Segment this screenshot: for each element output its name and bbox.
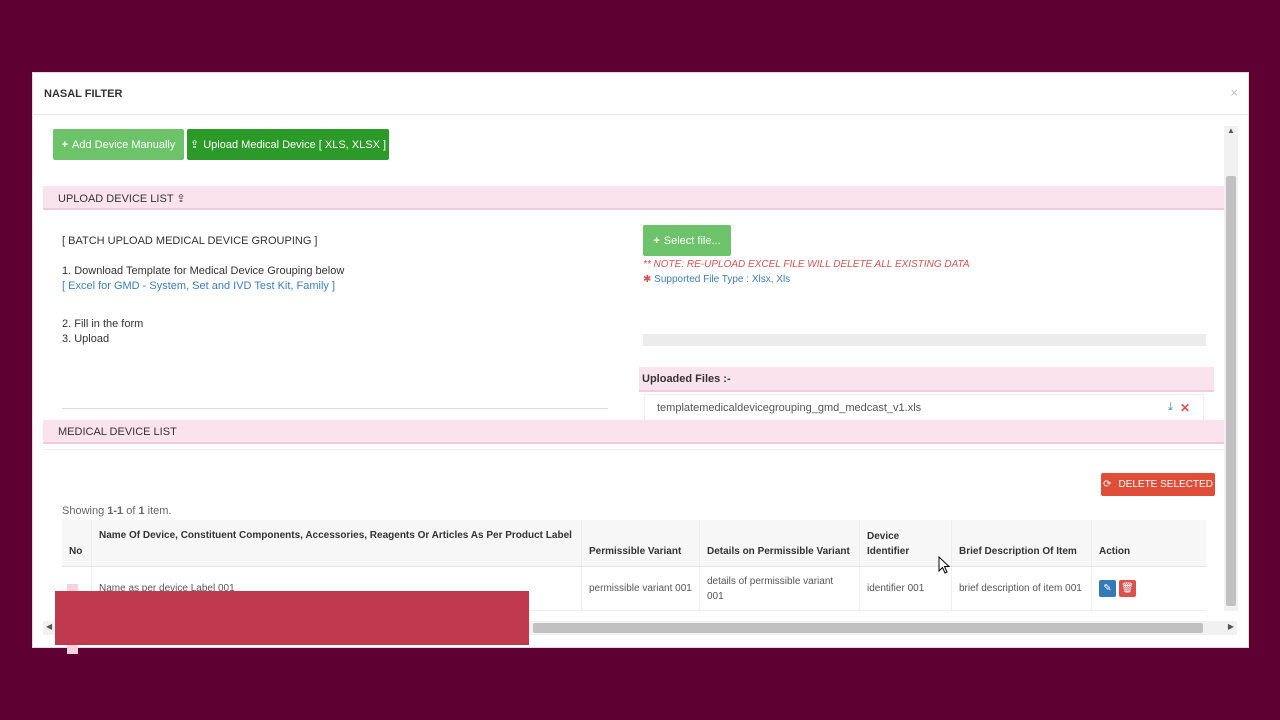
close-icon[interactable]: ×: [1230, 85, 1238, 100]
vertical-scrollbar[interactable]: ▲: [1224, 126, 1238, 611]
upload-progress-bar: [643, 334, 1206, 346]
redaction-block: [55, 591, 529, 645]
add-device-manually-button[interactable]: + Add Device Manually: [53, 129, 184, 160]
uploaded-file-row: templatemedicaldevicegrouping_gmd_medcas…: [644, 394, 1204, 422]
table-header: No Name Of Device, Constituent Component…: [62, 520, 1206, 567]
upload-icon: ⇪: [189, 139, 200, 151]
batch-upload-title: [ BATCH UPLOAD MEDICAL DEVICE GROUPING ]: [62, 235, 318, 247]
row-actions: ✎ 🗑: [1092, 567, 1206, 610]
step-1-text: 1. Download Template for Medical Device …: [62, 265, 345, 277]
divider-line: [62, 408, 608, 409]
medical-device-list-title: MEDICAL DEVICE LIST: [58, 426, 177, 438]
row-brief: brief description of item 001: [952, 567, 1092, 610]
device-modal: NASAL FILTER × + Add Device Manually ⇪ U…: [32, 72, 1249, 648]
row-variant: permissible variant 001: [582, 567, 700, 610]
refresh-icon: ⟳: [1103, 479, 1112, 490]
download-icon[interactable]: ⤓: [1168, 401, 1173, 414]
column-header-variant[interactable]: Permissible Variant: [582, 520, 700, 566]
horizontal-scroll-thumb[interactable]: [533, 623, 1203, 633]
vertical-scroll-thumb[interactable]: [1226, 176, 1236, 606]
modal-body: + Add Device Manually ⇪ Upload Medical D…: [33, 116, 1248, 647]
mouse-cursor-icon: [938, 556, 950, 574]
scroll-up-icon[interactable]: ▲: [1227, 126, 1235, 135]
step-3-text: 3. Upload: [62, 333, 110, 345]
edit-icon[interactable]: ✎: [1099, 580, 1116, 597]
plus-icon: +: [61, 138, 69, 151]
uploaded-files-header: Uploaded Files :-: [639, 367, 1214, 392]
column-header-action: Action: [1099, 546, 1131, 557]
template-download-link[interactable]: [ Excel for GMD - System, Set and IVD Te…: [62, 280, 335, 292]
select-file-button[interactable]: + Select file...: [643, 225, 731, 256]
upload-icon: ⇪: [176, 193, 186, 205]
upload-medical-device-label: Upload Medical Device [ XLS, XLSX ]: [203, 138, 387, 151]
column-header-no[interactable]: No: [62, 520, 92, 566]
column-header-details[interactable]: Details on Permissible Variant: [700, 520, 860, 566]
column-header-brief[interactable]: Brief Description Of Item: [952, 520, 1092, 566]
modal-header: NASAL FILTER ×: [33, 73, 1248, 115]
reupload-note: ** NOTE: RE-UPLOAD EXCEL FILE WILL DELET…: [643, 259, 970, 270]
showing-summary: Showing 1-1 of 1 item.: [62, 505, 172, 517]
column-header-name[interactable]: Name Of Device, Constituent Components, …: [92, 520, 582, 566]
section-divider: [43, 449, 1225, 450]
select-file-label: Select file...: [663, 234, 721, 247]
upload-medical-device-button[interactable]: ⇪ Upload Medical Device [ XLS, XLSX ]: [187, 129, 389, 160]
asterisk-icon: ✱: [643, 274, 652, 285]
scroll-left-icon[interactable]: ◀: [46, 622, 52, 631]
medical-device-list-header: MEDICAL DEVICE LIST: [43, 420, 1225, 444]
row-details: details of permissible variant 001: [700, 567, 860, 610]
upload-device-list-title: UPLOAD DEVICE LIST ⇪: [58, 193, 186, 205]
uploaded-file-name: templatemedicaldevicegrouping_gmd_medcas…: [657, 402, 922, 414]
trash-icon[interactable]: 🗑: [1119, 580, 1136, 597]
supported-file-type: ✱ Supported File Type : Xlsx, Xls: [643, 274, 791, 285]
delete-file-icon[interactable]: ✕: [1180, 401, 1190, 415]
uploaded-files-title: Uploaded Files :-: [642, 373, 731, 385]
delete-selected-button[interactable]: ⟳ DELETE SELECTED: [1101, 473, 1215, 496]
plus-icon: +: [653, 234, 660, 247]
add-device-manually-label: Add Device Manually: [72, 138, 176, 151]
upload-device-list-header: UPLOAD DEVICE LIST ⇪: [43, 186, 1225, 210]
step-2-text: 2. Fill in the form: [62, 318, 144, 330]
delete-selected-label: DELETE SELECTED: [1118, 479, 1213, 490]
modal-title: NASAL FILTER: [44, 88, 123, 100]
scroll-right-icon[interactable]: ▶: [1228, 622, 1234, 631]
